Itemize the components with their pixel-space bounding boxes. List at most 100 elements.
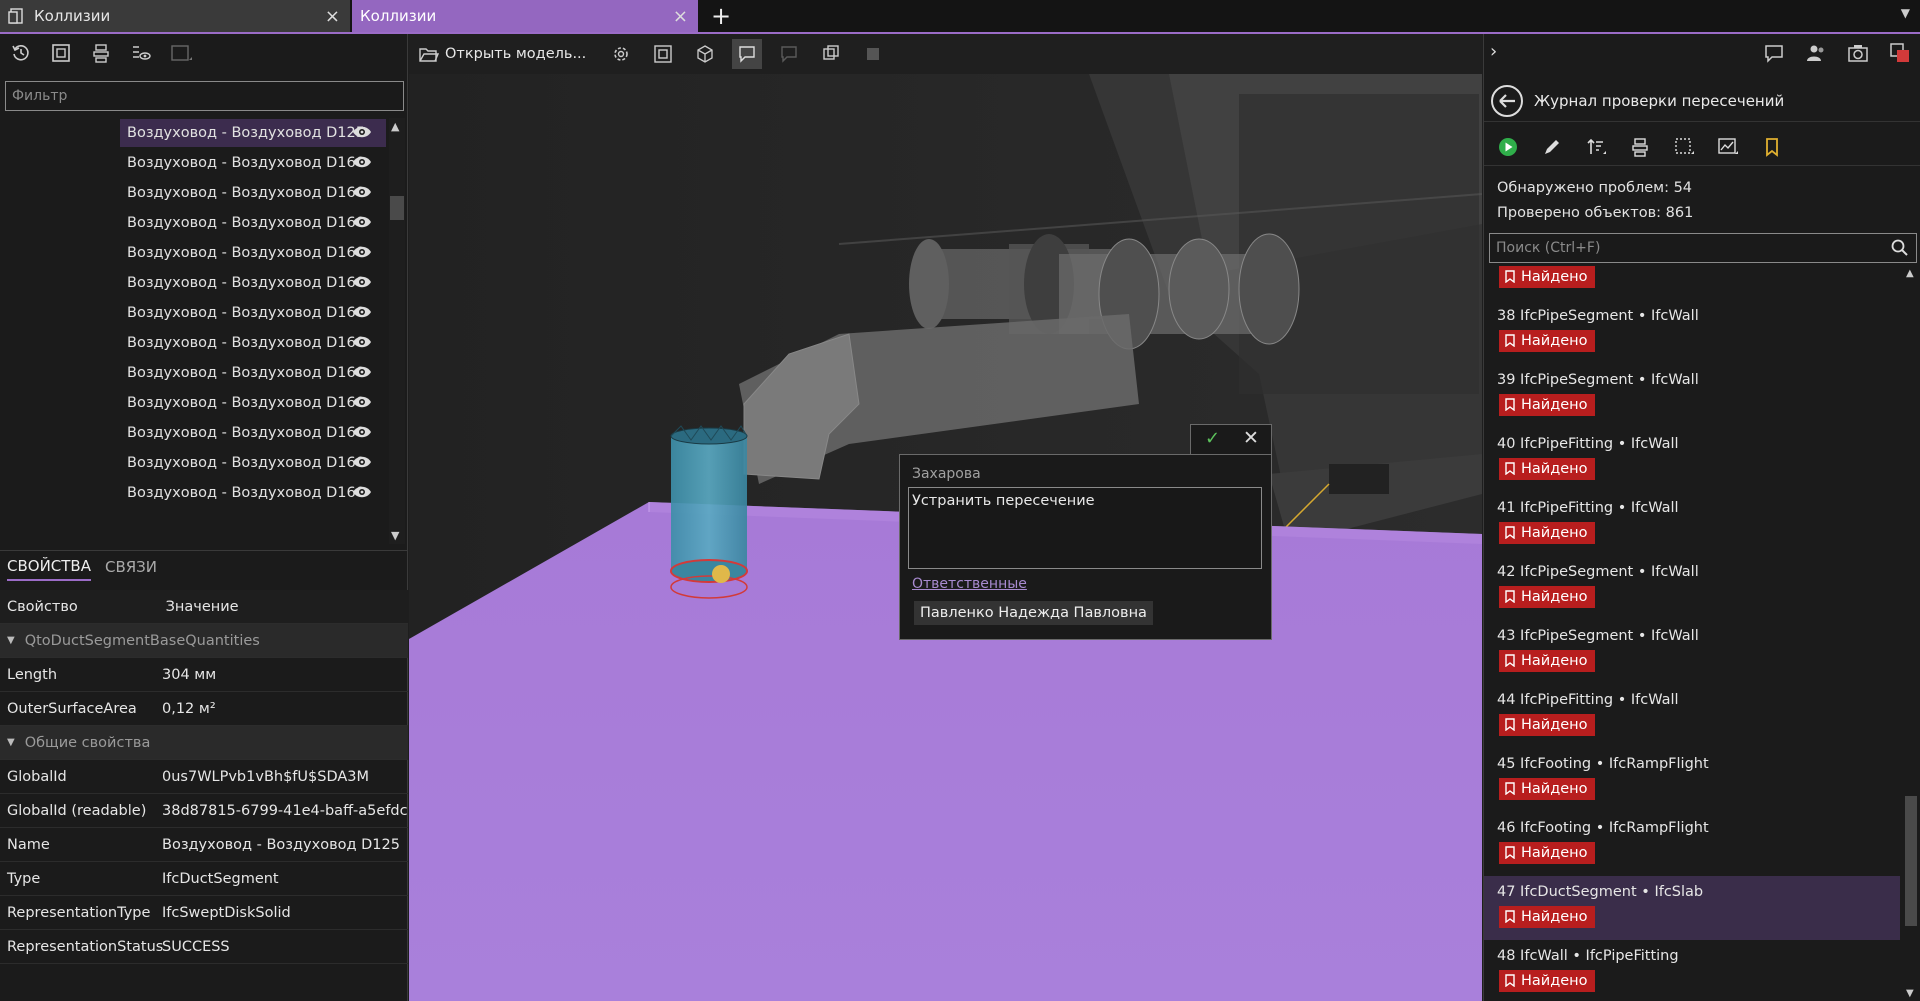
isolate-icon[interactable]: [88, 40, 114, 66]
status-badge[interactable]: Найдено: [1499, 970, 1595, 992]
tree-item[interactable]: Воздуховод - Воздуховод D160: [120, 299, 386, 327]
eye-icon[interactable]: [352, 424, 372, 440]
clash-check-icon[interactable]: [1889, 42, 1911, 64]
tree-item[interactable]: Воздуховод - Воздуховод D160: [120, 179, 386, 207]
tree-item[interactable]: Воздуховод - Воздуховод D160: [120, 269, 386, 297]
close-tab-button[interactable]: ×: [673, 6, 688, 27]
tabs-menu-icon[interactable]: ▼: [1901, 6, 1910, 20]
issue-item[interactable]: Найдено: [1484, 266, 1900, 300]
eye-icon[interactable]: [352, 394, 372, 410]
issue-item[interactable]: 39 IfcPipeSegment • IfcWall Найдено: [1484, 364, 1900, 428]
eye-icon[interactable]: [352, 334, 372, 350]
issue-item[interactable]: 41 IfcPipeFitting • IfcWall Найдено: [1484, 492, 1900, 556]
status-badge[interactable]: Найдено: [1499, 714, 1595, 736]
camera-icon[interactable]: [1847, 42, 1869, 64]
status-badge[interactable]: Найдено: [1499, 266, 1595, 288]
eye-icon[interactable]: [352, 484, 372, 500]
comment-off-icon[interactable]: [774, 39, 804, 69]
run-check-button[interactable]: [1492, 133, 1524, 161]
tree-item[interactable]: Воздуховод - Воздуховод D160: [120, 359, 386, 387]
status-badge[interactable]: Найдено: [1499, 394, 1595, 416]
frame-selection-icon[interactable]: [648, 39, 678, 69]
report-button[interactable]: [1712, 133, 1744, 161]
issue-item[interactable]: 45 IfcFooting • IfcRampFlight Найдено: [1484, 748, 1900, 812]
open-model-button[interactable]: Открыть модель...: [419, 45, 594, 63]
users-icon[interactable]: [1805, 42, 1827, 64]
status-badge[interactable]: Найдено: [1499, 778, 1595, 800]
issue-item[interactable]: 44 IfcPipeFitting • IfcWall Найдено: [1484, 684, 1900, 748]
responsible-link[interactable]: Ответственные: [912, 576, 1027, 592]
eye-icon[interactable]: [352, 124, 372, 140]
search-input[interactable]: [1490, 234, 1880, 262]
tab-properties[interactable]: СВОЙСТВА: [7, 557, 91, 581]
issue-item[interactable]: 48 IfcWall • IfcPipeFitting Найдено: [1484, 940, 1900, 1001]
property-group-common[interactable]: ▼ Общие свойства: [0, 726, 408, 760]
close-tab-button[interactable]: ×: [325, 6, 340, 27]
issue-item[interactable]: 38 IfcPipeSegment • IfcWall Найдено: [1484, 300, 1900, 364]
comments-icon[interactable]: [1763, 42, 1785, 64]
scroll-thumb[interactable]: [1905, 796, 1917, 926]
tree-scrollbar[interactable]: ▲ ▼: [389, 118, 405, 544]
responsible-person-chip[interactable]: Павленко Надежда Павловна: [914, 601, 1153, 625]
tab-collisions-2[interactable]: Коллизии ×: [352, 0, 698, 32]
status-badge[interactable]: Найдено: [1499, 906, 1595, 928]
eye-icon[interactable]: [352, 214, 372, 230]
issue-item[interactable]: 47 IfcDuctSegment • IfcSlab Найдено: [1484, 876, 1900, 940]
tree-item[interactable]: Воздуховод - Воздуховод D160: [120, 209, 386, 237]
tab-links[interactable]: СВЯЗИ: [105, 558, 157, 580]
issue-item[interactable]: 40 IfcPipeFitting • IfcWall Найдено: [1484, 428, 1900, 492]
status-badge[interactable]: Найдено: [1499, 842, 1595, 864]
3d-viewport[interactable]: Открыть модель... ✓ ✕ Захарова Устранить…: [409, 34, 1482, 1001]
status-badge[interactable]: Найдено: [1499, 522, 1595, 544]
tree-item[interactable]: Воздуховод - Воздуховод D160: [120, 419, 386, 447]
cube-view-icon[interactable]: [690, 39, 720, 69]
eye-icon[interactable]: [352, 454, 372, 470]
status-badge[interactable]: Найдено: [1499, 586, 1595, 608]
isolate-button[interactable]: [1624, 133, 1656, 161]
eye-icon[interactable]: [352, 244, 372, 260]
scroll-up-icon[interactable]: ▲: [1906, 268, 1914, 279]
issue-item[interactable]: 43 IfcPipeSegment • IfcWall Найдено: [1484, 620, 1900, 684]
eye-icon[interactable]: [352, 184, 372, 200]
settings-gear-icon[interactable]: [606, 39, 636, 69]
tree-item[interactable]: Воздуховод - Воздуховод D125: [120, 119, 386, 147]
eye-icon[interactable]: [352, 364, 372, 380]
confirm-comment-button[interactable]: ✓: [1205, 428, 1220, 449]
status-badge[interactable]: Найдено: [1499, 330, 1595, 352]
tab-collisions-1[interactable]: Коллизии ×: [0, 0, 350, 32]
collapse-panel-icon[interactable]: ›: [1490, 41, 1497, 62]
edit-button[interactable]: [1536, 133, 1568, 161]
xray-icon[interactable]: [858, 39, 888, 69]
issue-list-scrollbar[interactable]: ▲ ▼: [1901, 266, 1920, 1001]
close-comment-button[interactable]: ✕: [1243, 427, 1259, 449]
scroll-up-icon[interactable]: ▲: [391, 120, 399, 133]
filter-input[interactable]: [5, 81, 404, 111]
tree-item[interactable]: Воздуховод - Воздуховод D160: [120, 239, 386, 267]
property-group-quantities[interactable]: ▼ QtoDuctSegmentBaseQuantities: [0, 624, 408, 658]
tree-item[interactable]: Воздуховод - Воздуховод D160: [120, 329, 386, 357]
search-icon[interactable]: [1890, 238, 1910, 258]
list-visibility-icon[interactable]: [128, 40, 154, 66]
add-tab-button[interactable]: +: [705, 2, 737, 30]
scroll-thumb[interactable]: [390, 196, 404, 220]
issue-item[interactable]: 42 IfcPipeSegment • IfcWall Найдено: [1484, 556, 1900, 620]
scroll-down-icon[interactable]: ▼: [1906, 988, 1914, 999]
reset-icon[interactable]: [8, 40, 34, 66]
status-badge[interactable]: Найдено: [1499, 650, 1595, 672]
fit-view-icon[interactable]: [48, 40, 74, 66]
status-badge[interactable]: Найдено: [1499, 458, 1595, 480]
section-box-icon[interactable]: [816, 39, 846, 69]
frame-button[interactable]: [1668, 133, 1700, 161]
eye-icon[interactable]: [352, 274, 372, 290]
sort-button[interactable]: [1580, 133, 1612, 161]
scroll-down-icon[interactable]: ▼: [391, 529, 399, 542]
eye-icon[interactable]: [352, 154, 372, 170]
bookmark-button[interactable]: [1756, 133, 1788, 161]
tree-item[interactable]: Воздуховод - Воздуховод D160: [120, 449, 386, 477]
comment-mode-icon[interactable]: [732, 39, 763, 69]
issue-item[interactable]: 46 IfcFooting • IfcRampFlight Найдено: [1484, 812, 1900, 876]
back-arrow-icon[interactable]: [1490, 84, 1524, 118]
tree-item[interactable]: Воздуховод - Воздуховод D160: [120, 149, 386, 177]
tree-item[interactable]: Воздуховод - Воздуховод D160: [120, 389, 386, 417]
eye-icon[interactable]: [352, 304, 372, 320]
